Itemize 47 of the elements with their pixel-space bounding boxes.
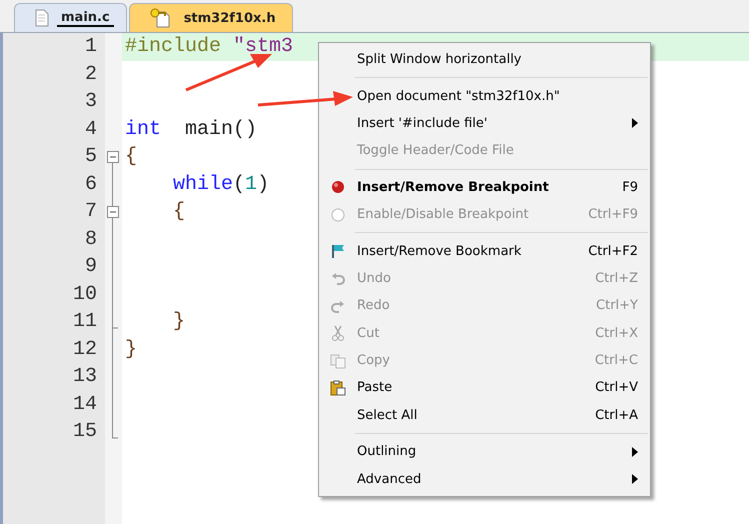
- menu-item[interactable]: Select All Ctrl+A: [319, 402, 650, 430]
- line-number: 14: [72, 392, 97, 416]
- code-line: #include "stm3: [125, 35, 294, 58]
- code-line: int main(): [125, 118, 258, 140]
- breakpoint-icon: [330, 206, 346, 223]
- menu-item[interactable]: Open document "stm32f10x.h": [319, 82, 650, 110]
- menu-item[interactable]: Advanced: [319, 465, 650, 493]
- submenu-arrow-icon: [632, 446, 638, 457]
- submenu-arrow-icon: [632, 474, 638, 484]
- line-number: 7: [84, 200, 97, 223]
- collapse-icon[interactable]: [107, 150, 119, 163]
- undo-icon: [330, 270, 346, 286]
- line-number: 8: [84, 228, 97, 250]
- code-line: {: [172, 200, 186, 223]
- line-number: 12: [72, 338, 97, 360]
- editor-tab[interactable]: main.c: [14, 3, 127, 32]
- menu-item[interactable]: Outlining: [319, 438, 650, 466]
- collapse-icon[interactable]: [107, 206, 119, 218]
- submenu-arrow-icon: [632, 118, 638, 128]
- menu-item[interactable]: Insert/Remove Breakpoint F9: [319, 174, 650, 201]
- menu-item[interactable]: Insert '#include file': [319, 110, 650, 138]
- flag-icon: [330, 243, 346, 260]
- line-number: 1: [84, 35, 97, 58]
- line-number: 13: [72, 365, 97, 388]
- line-number: 9: [84, 255, 97, 278]
- code-line: }: [172, 310, 186, 333]
- menu-item[interactable]: Insert/Remove Bookmark Ctrl+F2: [319, 237, 650, 265]
- line-number: 15: [72, 420, 97, 443]
- file-icon: [35, 9, 49, 27]
- key-file-icon: [150, 8, 172, 28]
- line-number: 6: [84, 172, 97, 196]
- menu-item[interactable]: Paste Ctrl+V: [319, 374, 650, 402]
- code-line: {: [125, 145, 138, 168]
- line-number: 10: [72, 282, 97, 306]
- line-number: 11: [72, 310, 97, 333]
- line-number: 5: [84, 145, 97, 168]
- clipboard-icon: [330, 380, 346, 396]
- breakpoint-icon: [330, 179, 346, 196]
- menu-item[interactable]: Split Window horizontally: [319, 46, 650, 74]
- line-number: 2: [84, 62, 97, 86]
- line-number: 4: [84, 118, 97, 140]
- editor-tab[interactable]: stm32f10x.h: [128, 3, 293, 32]
- line-number: 3: [84, 90, 97, 113]
- scissors-icon: [330, 325, 346, 342]
- code-line: }: [125, 338, 138, 360]
- copy-icon: [330, 352, 346, 369]
- code-line: while(1): [172, 172, 270, 196]
